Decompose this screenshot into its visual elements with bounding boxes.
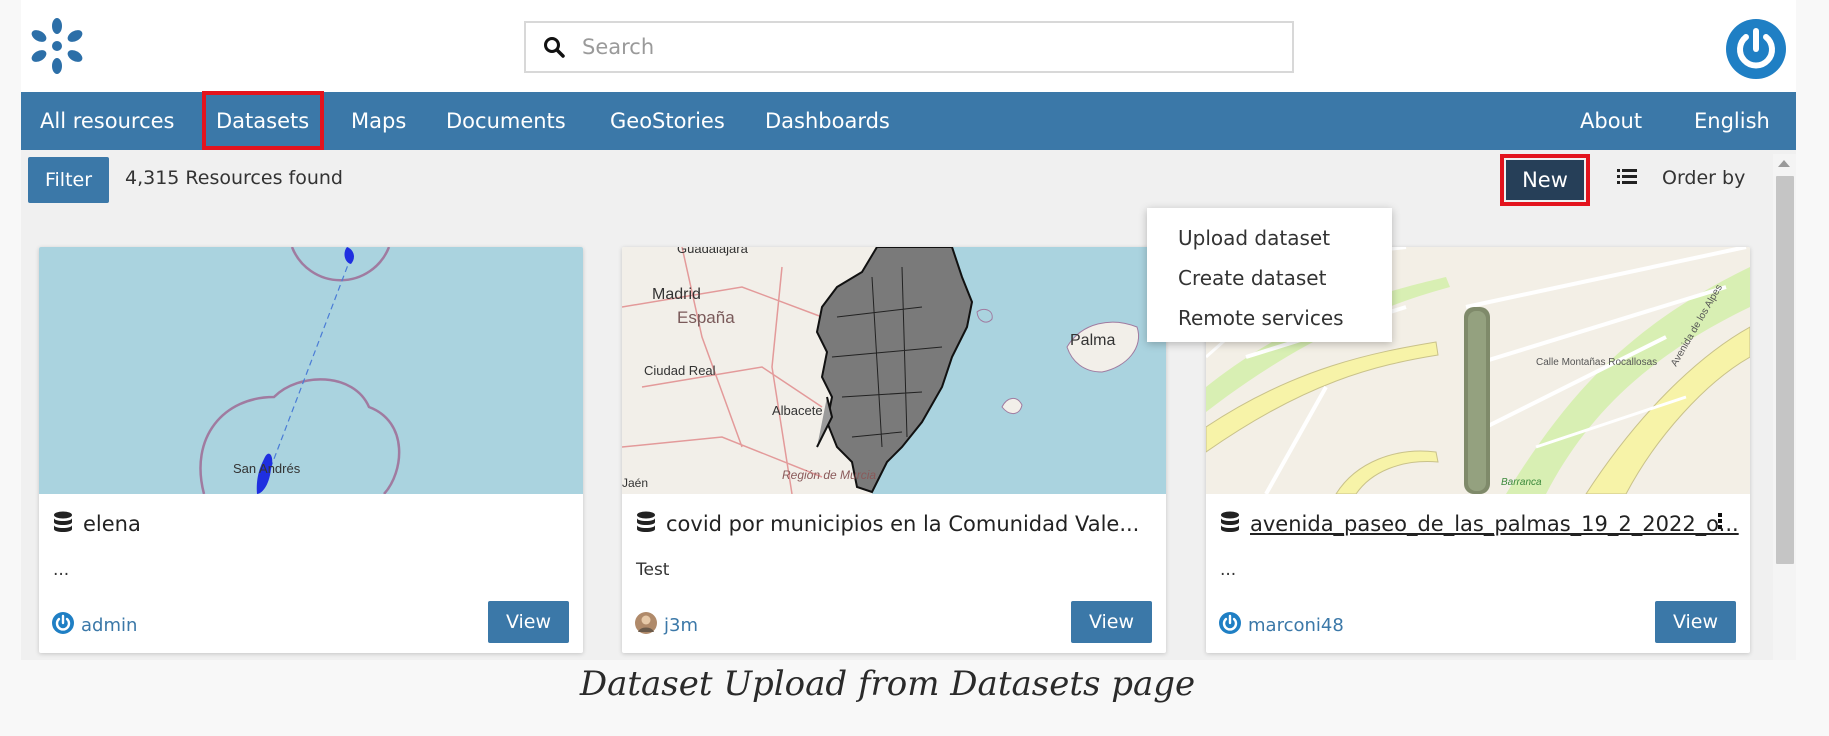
- nav-maps[interactable]: Maps: [351, 92, 406, 150]
- map-label: Jaén: [622, 476, 648, 490]
- map-label: Albacete: [772, 403, 823, 418]
- map-thumbnail: San Andrés: [39, 247, 583, 494]
- scroll-up-arrow-icon[interactable]: [1778, 160, 1790, 167]
- map-label-san-andres: San Andrés: [233, 461, 301, 476]
- map-label: Ciudad Real: [644, 363, 716, 378]
- card-title[interactable]: avenida_paseo_de_las_palmas_19_2_2022_o.…: [1250, 512, 1739, 536]
- card-description: ...: [1220, 560, 1237, 580]
- map-thumbnail: Guadalajara Madrid España Ciudad Real Al…: [622, 247, 1166, 494]
- main-nav-bar: All resources Datasets Maps Documents Ge…: [21, 92, 1796, 150]
- owner-avatar-icon: [1218, 611, 1242, 640]
- new-dropdown-menu: Upload dataset Create dataset Remote ser…: [1147, 208, 1392, 342]
- card-title[interactable]: covid por municipios en la Comunidad Val…: [666, 512, 1139, 536]
- card-title[interactable]: elena: [83, 512, 141, 536]
- scrollbar-thumb[interactable]: [1776, 176, 1794, 564]
- resource-count: 4,315 Resources found: [125, 167, 343, 189]
- map-label: Palma: [1070, 332, 1115, 349]
- search-placeholder: Search: [582, 35, 655, 59]
- map-label: Barranca: [1501, 477, 1542, 488]
- card-owner[interactable]: j3m: [634, 611, 698, 640]
- view-button[interactable]: View: [1655, 601, 1736, 643]
- dataset-icon: [636, 511, 656, 538]
- menu-item-upload-dataset[interactable]: Upload dataset: [1147, 218, 1392, 258]
- new-button[interactable]: New: [1506, 160, 1584, 200]
- list-view-icon[interactable]: [1617, 168, 1637, 190]
- view-button[interactable]: View: [1071, 601, 1152, 643]
- card-owner[interactable]: marconi48: [1218, 611, 1344, 640]
- header-bar: Search: [21, 0, 1796, 92]
- card-description: ...: [53, 560, 70, 580]
- dataset-icon: [1220, 511, 1240, 538]
- user-menu-power-icon[interactable]: [1724, 17, 1788, 81]
- search-icon: [526, 36, 582, 58]
- card-title-row: covid por municipios en la Comunidad Val…: [636, 509, 1156, 539]
- figure-caption: Dataset Upload from Datasets page: [579, 664, 1196, 704]
- resource-card[interactable]: San Andrés elena ... admin View: [39, 247, 583, 653]
- nav-datasets[interactable]: Datasets: [216, 92, 309, 150]
- view-button[interactable]: View: [488, 601, 569, 643]
- map-label: Guadalajara: [677, 247, 749, 256]
- geonode-datasets-page: Search All resources Datasets Maps Docum…: [21, 0, 1796, 660]
- map-label: Calle Montañas Rocallosas: [1536, 357, 1657, 368]
- map-label: Región de Murcia: [782, 468, 876, 482]
- owner-name: marconi48: [1248, 614, 1344, 636]
- nav-all-resources[interactable]: All resources: [40, 92, 174, 150]
- geonode-logo-icon[interactable]: [27, 16, 87, 76]
- owner-name: j3m: [664, 614, 698, 636]
- owner-avatar: [634, 611, 658, 640]
- menu-item-remote-services[interactable]: Remote services: [1147, 298, 1392, 338]
- search-input[interactable]: Search: [524, 21, 1294, 73]
- order-by-dropdown[interactable]: Order by: [1662, 167, 1745, 189]
- owner-avatar-icon: [51, 611, 75, 640]
- menu-item-create-dataset[interactable]: Create dataset: [1147, 258, 1392, 298]
- nav-geostories[interactable]: GeoStories: [610, 92, 725, 150]
- owner-name: admin: [81, 614, 138, 636]
- nav-documents[interactable]: Documents: [446, 92, 566, 150]
- filter-button[interactable]: Filter: [28, 157, 109, 203]
- map-label: España: [677, 308, 735, 327]
- card-description: Test: [636, 560, 670, 580]
- dataset-icon: [53, 511, 73, 538]
- card-title-row: avenida_paseo_de_las_palmas_19_2_2022_o.…: [1220, 509, 1740, 539]
- nav-dashboards[interactable]: Dashboards: [765, 92, 890, 150]
- map-label: Madrid: [652, 286, 701, 303]
- resource-card[interactable]: Guadalajara Madrid España Ciudad Real Al…: [622, 247, 1166, 653]
- card-owner[interactable]: admin: [51, 611, 138, 640]
- nav-language[interactable]: English: [1694, 92, 1770, 150]
- nav-about[interactable]: About: [1580, 92, 1642, 150]
- card-title-row: elena: [53, 509, 573, 539]
